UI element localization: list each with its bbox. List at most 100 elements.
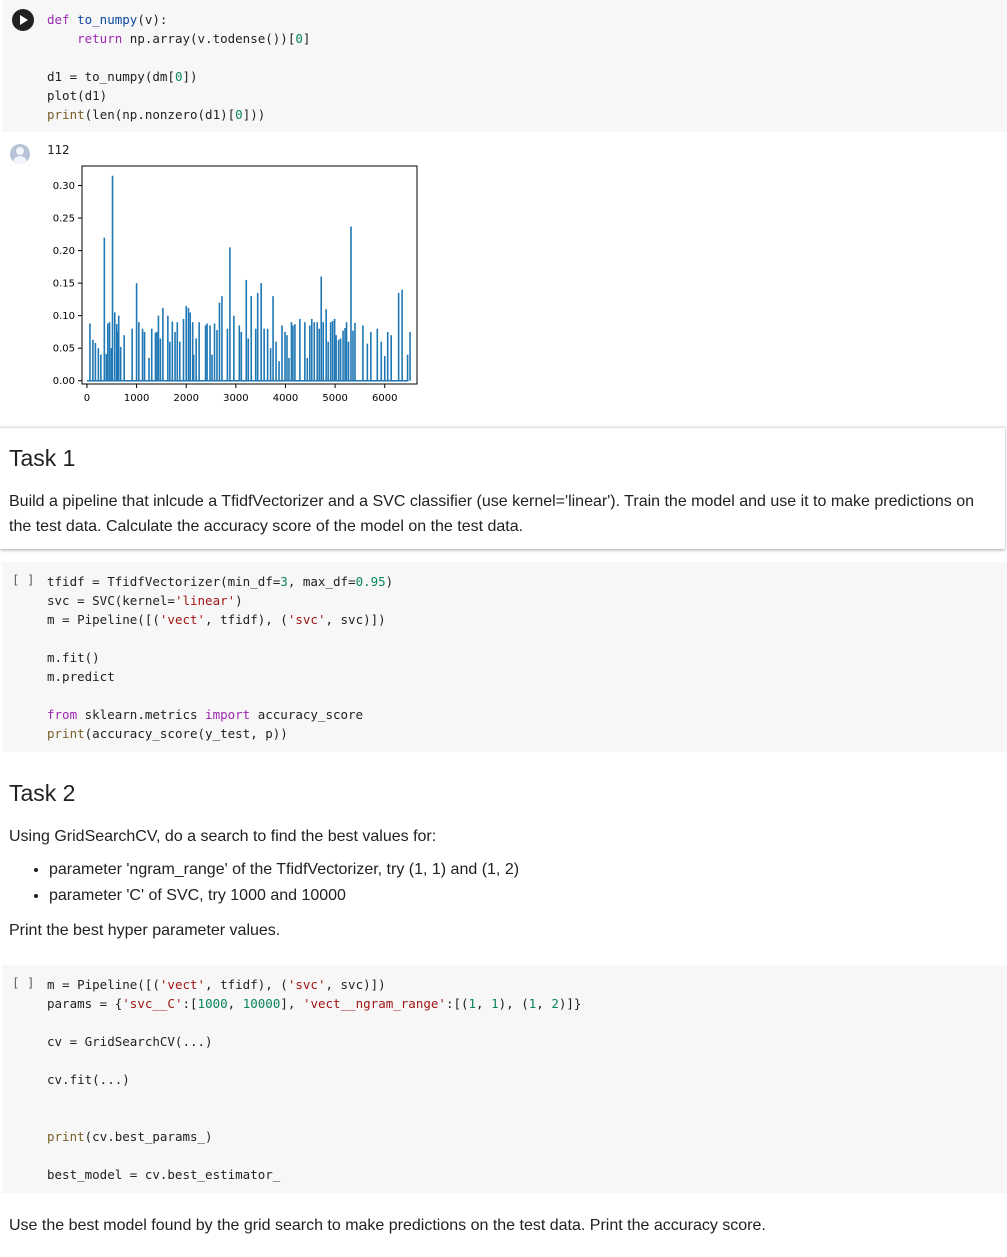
code-line: m = Pipeline([('vect', tfidf), ('svc', s… [47, 975, 581, 994]
code-token: cv = GridSearchCV(...) [47, 1034, 213, 1049]
code-cell-1[interactable]: def to_numpy(v): return np.array(v.toden… [2, 0, 1007, 132]
code-line: m = Pipeline([('vect', tfidf), ('svc', s… [47, 610, 393, 629]
code-token: def [47, 12, 70, 27]
task1-markdown-cell[interactable]: Task 1 Build a pipeline that inlcude a T… [0, 427, 1005, 549]
task2-bullet-list: parameter 'ngram_range' of the TfidfVect… [9, 857, 519, 909]
code-token: 1000 [197, 996, 228, 1011]
code-token: ), ( [498, 996, 529, 1011]
code-token: (len(np.nonzero(d1)[ [84, 107, 236, 122]
code-token: m = Pipeline([( [47, 977, 160, 992]
code-token: 0 [295, 31, 303, 46]
x-tick-label: 5000 [322, 393, 347, 404]
code-token: , svc)]) [325, 977, 386, 992]
task1-description: Build a pipeline that inlcude a TfidfVec… [9, 493, 974, 535]
code-token: plot(d1) [47, 88, 108, 103]
task2-markdown-cell[interactable]: Task 2 Using GridSearchCV, do a search t… [0, 770, 1007, 950]
code-token: ])) [242, 107, 266, 122]
code-token: params = { [47, 996, 123, 1011]
code-line: plot(d1) [47, 86, 310, 105]
code-token: d1 = to_numpy(dm[ [47, 69, 175, 84]
y-tick-label: 0.30 [53, 181, 75, 192]
code-token: , [476, 996, 492, 1011]
code-token: tfidf = TfidfVectorizer(min_df= [47, 574, 281, 589]
code-line: return np.array(v.todense())[0] [47, 29, 310, 48]
code-line: d1 = to_numpy(dm[0]) [47, 67, 310, 86]
code-token: print [47, 726, 85, 741]
x-tick-label: 6000 [372, 393, 397, 404]
y-tick-label: 0.05 [53, 344, 75, 355]
code-editor-2[interactable]: tfidf = TfidfVectorizer(min_df=3, max_df… [47, 572, 393, 743]
code-line: print(len(np.nonzero(d1)[0])) [47, 105, 310, 124]
code-line: cv = GridSearchCV(...) [47, 1032, 581, 1051]
code-token: svc = SVC(kernel= [47, 593, 175, 608]
code-token: (v): [137, 12, 168, 27]
code-line: from sklearn.metrics import accuracy_sco… [47, 705, 393, 724]
code-token: accuracy_score [250, 707, 364, 722]
cell-run-bracket[interactable]: [ ] [12, 572, 35, 587]
code-editor-1[interactable]: def to_numpy(v): return np.array(v.toden… [47, 10, 310, 124]
y-tick-label: 0.00 [53, 376, 75, 387]
code-token: 'vect' [159, 977, 206, 992]
code-token: sklearn.metrics [77, 707, 206, 722]
code-line: svc = SVC(kernel='linear') [47, 591, 393, 610]
code-token: 'vect__ngram_range' [302, 996, 446, 1011]
code-token: :[ [182, 996, 198, 1011]
run-cell-button[interactable] [12, 9, 34, 31]
y-tick-label: 0.20 [53, 246, 75, 257]
code-token: ) [235, 593, 243, 608]
code-token: 0 [235, 107, 243, 122]
code-line: best_model = cv.best_estimator_ [47, 1165, 581, 1184]
code-token: :[( [445, 996, 469, 1011]
code-line: m.predict [47, 667, 393, 686]
final-instruction: Use the best model found by the grid sea… [9, 1217, 766, 1234]
code-token: m.predict [47, 669, 115, 684]
code-token: ], [280, 996, 303, 1011]
task1-title: Task 1 [9, 445, 76, 471]
y-tick-label: 0.10 [53, 311, 75, 322]
code-line: def to_numpy(v): [47, 10, 310, 29]
code-token: ) [385, 574, 394, 589]
cell-run-bracket[interactable]: [ ] [12, 975, 35, 990]
code-cell-2[interactable]: [ ] tfidf = TfidfVectorizer(min_df=3, ma… [2, 562, 1007, 752]
code-token: m.fit() [47, 650, 100, 665]
code-token: 1 [468, 996, 477, 1011]
task2-bullet: parameter 'C' of SVC, try 1000 and 10000 [49, 883, 519, 909]
code-token: ]) [182, 69, 198, 84]
y-tick-label: 0.15 [53, 279, 75, 290]
code-line: print(cv.best_params_) [47, 1127, 581, 1146]
code-token: )]} [558, 996, 582, 1011]
code-token: ] [302, 31, 311, 46]
code-token: 2 [551, 996, 559, 1011]
code-token: print [47, 1129, 85, 1144]
code-token: 'svc__C' [122, 996, 183, 1011]
code-token: np.array(v.todense())[ [122, 31, 296, 46]
x-tick-label: 0 [84, 393, 90, 404]
code-editor-3[interactable]: m = Pipeline([('vect', tfidf), ('svc', s… [47, 975, 581, 1184]
task2-bullet: parameter 'ngram_range' of the TfidfVect… [49, 857, 519, 883]
code-token: return [77, 31, 123, 46]
code-token: 1 [491, 996, 499, 1011]
code-line: m.fit() [47, 648, 393, 667]
code-token: (cv.best_params_) [84, 1129, 213, 1144]
code-token: cv.fit(...) [47, 1072, 130, 1087]
task2-title: Task 2 [9, 780, 76, 806]
code-token: , [227, 996, 243, 1011]
code-token: , tfidf), ( [205, 977, 288, 992]
code-line: print(accuracy_score(y_test, p)) [47, 724, 393, 743]
task2-intro: Using GridSearchCV, do a search to find … [9, 828, 437, 845]
x-tick-label: 1000 [124, 393, 149, 404]
code-token: 'svc' [287, 612, 326, 627]
code-cell-3[interactable]: [ ] m = Pipeline([('vect', tfidf), ('svc… [2, 965, 1007, 1193]
code-token: 'svc' [287, 977, 326, 992]
x-tick-label: 2000 [173, 393, 198, 404]
